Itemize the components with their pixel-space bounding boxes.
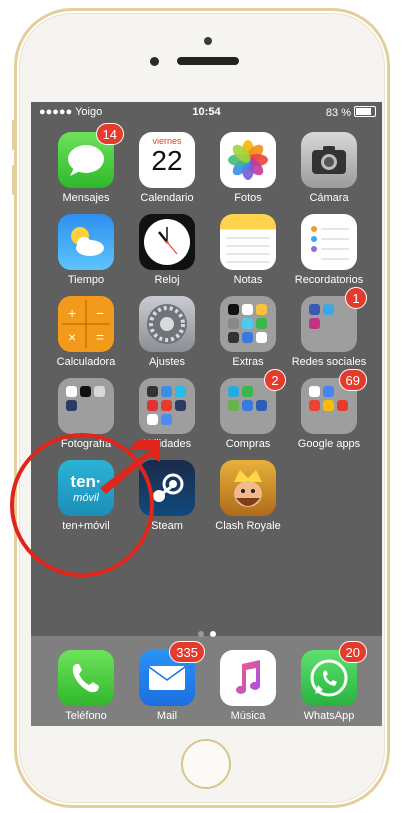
svg-text:+: + — [68, 305, 76, 321]
app-label: Notas — [233, 274, 263, 286]
app-tiempo[interactable]: Tiempo — [46, 214, 126, 286]
app-label: Steam — [151, 520, 183, 532]
folder-icon: 69 — [301, 369, 367, 434]
app-label: Tiempo — [67, 274, 105, 286]
calendar-icon: viernes 22 — [139, 132, 195, 188]
app-label: Teléfono — [65, 710, 107, 722]
app-label: Ajustes — [148, 356, 186, 368]
folder-fotografia[interactable]: Fotografía — [46, 378, 126, 450]
app-label: Música — [230, 710, 266, 722]
status-bar: ●●●●● Yoigo 10:54 83 % — [31, 102, 382, 124]
badge-count: 69 — [338, 369, 367, 391]
music-note-icon — [220, 650, 276, 706]
calculator-icon: + − × = — [58, 296, 114, 352]
app-ajustes[interactable]: Ajustes — [127, 296, 207, 368]
battery-indicator: 83 % — [326, 106, 376, 119]
mail-icon: 335 — [139, 641, 205, 706]
folder-icon — [139, 378, 195, 434]
reminders-icon — [301, 214, 357, 270]
steam-icon — [139, 460, 195, 516]
app-fotos[interactable]: Fotos — [208, 132, 288, 204]
app-label: Mensajes — [62, 192, 110, 204]
calendar-weekday: viernes — [152, 136, 182, 146]
app-clash-royale[interactable]: Clash Royale — [208, 460, 288, 532]
app-steam[interactable]: Steam — [127, 460, 207, 532]
app-telefono[interactable]: Teléfono — [46, 650, 126, 722]
app-ten-movil[interactable]: ten· móvil ten+móvil — [46, 460, 126, 532]
photos-icon — [220, 132, 276, 188]
home-screen: ●●●●● Yoigo 10:54 83 % 14 Mensajes viern… — [31, 102, 382, 726]
svg-text:−: − — [96, 305, 104, 321]
badge-count: 2 — [264, 369, 286, 391]
badge-count: 1 — [345, 287, 367, 309]
folder-utilidades[interactable]: Utilidades — [127, 378, 207, 450]
whatsapp-icon: 20 — [301, 641, 367, 706]
folder-icon — [58, 378, 114, 434]
dock: Teléfono 335 Mail Música 20 WhatsApp — [31, 636, 382, 726]
app-whatsapp[interactable]: 20 WhatsApp — [289, 641, 369, 722]
notes-icon — [220, 214, 276, 270]
svg-text:×: × — [68, 329, 76, 345]
app-label: Extras — [232, 356, 264, 368]
front-camera — [204, 37, 212, 45]
app-reloj[interactable]: Reloj — [127, 214, 207, 286]
app-camara[interactable]: Cámara — [289, 132, 369, 204]
badge-count: 14 — [95, 123, 124, 145]
app-label: Google apps — [297, 438, 361, 450]
app-label: Calendario — [140, 192, 194, 204]
app-label: Utilidades — [142, 438, 192, 450]
home-button[interactable] — [181, 739, 231, 789]
weather-icon — [58, 214, 114, 270]
app-label: Calculadora — [56, 356, 116, 368]
clock-icon — [139, 214, 195, 270]
camera-icon — [301, 132, 357, 188]
folder-icon — [220, 296, 276, 352]
settings-gear-icon — [139, 296, 195, 352]
app-musica[interactable]: Música — [208, 650, 288, 722]
app-label: Clash Royale — [215, 520, 281, 532]
folder-google-apps[interactable]: 69 Google apps — [289, 369, 369, 450]
volume-button — [12, 165, 15, 195]
battery-percent: 83 % — [325, 107, 351, 119]
app-label: Recordatorios — [294, 274, 364, 286]
calendar-day: 22 — [151, 145, 183, 176]
app-label: WhatsApp — [303, 710, 355, 722]
volume-button — [12, 120, 15, 150]
app-notas[interactable]: Notas — [208, 214, 288, 286]
app-label: Mail — [156, 710, 178, 722]
app-recordatorios[interactable]: Recordatorios — [289, 214, 369, 286]
folder-icon: 1 — [301, 287, 367, 352]
clash-royale-icon — [220, 460, 276, 516]
folder-icon: 2 — [220, 369, 286, 434]
app-label: Reloj — [154, 274, 180, 286]
app-label: Fotos — [234, 192, 262, 204]
app-label: Compras — [225, 438, 271, 450]
badge-count: 335 — [169, 641, 205, 663]
battery-icon — [354, 106, 376, 117]
ten-movil-icon-subtext: móvil — [73, 492, 99, 504]
app-calculadora[interactable]: + − × = Calculadora — [46, 296, 126, 368]
app-label: ten+móvil — [62, 520, 110, 532]
messages-icon: 14 — [58, 123, 124, 188]
earpiece-speaker — [177, 57, 239, 65]
ten-movil-icon: ten· móvil — [58, 460, 114, 516]
app-mail[interactable]: 335 Mail — [127, 641, 207, 722]
app-label: Redes sociales — [291, 356, 367, 368]
app-label: Fotografía — [60, 438, 112, 450]
folder-compras[interactable]: 2 Compras — [208, 369, 288, 450]
folder-extras[interactable]: Extras — [208, 296, 288, 368]
phone-icon — [58, 650, 114, 706]
folder-redes-sociales[interactable]: 1 Redes sociales — [289, 287, 369, 368]
proximity-sensor — [150, 57, 159, 66]
badge-count: 20 — [338, 641, 367, 663]
app-label: Cámara — [309, 192, 349, 204]
app-calendario[interactable]: viernes 22 Calendario — [127, 132, 207, 204]
app-mensajes[interactable]: 14 Mensajes — [46, 123, 126, 204]
svg-text:=: = — [96, 329, 104, 345]
ten-movil-icon-text: ten· — [70, 472, 102, 491]
